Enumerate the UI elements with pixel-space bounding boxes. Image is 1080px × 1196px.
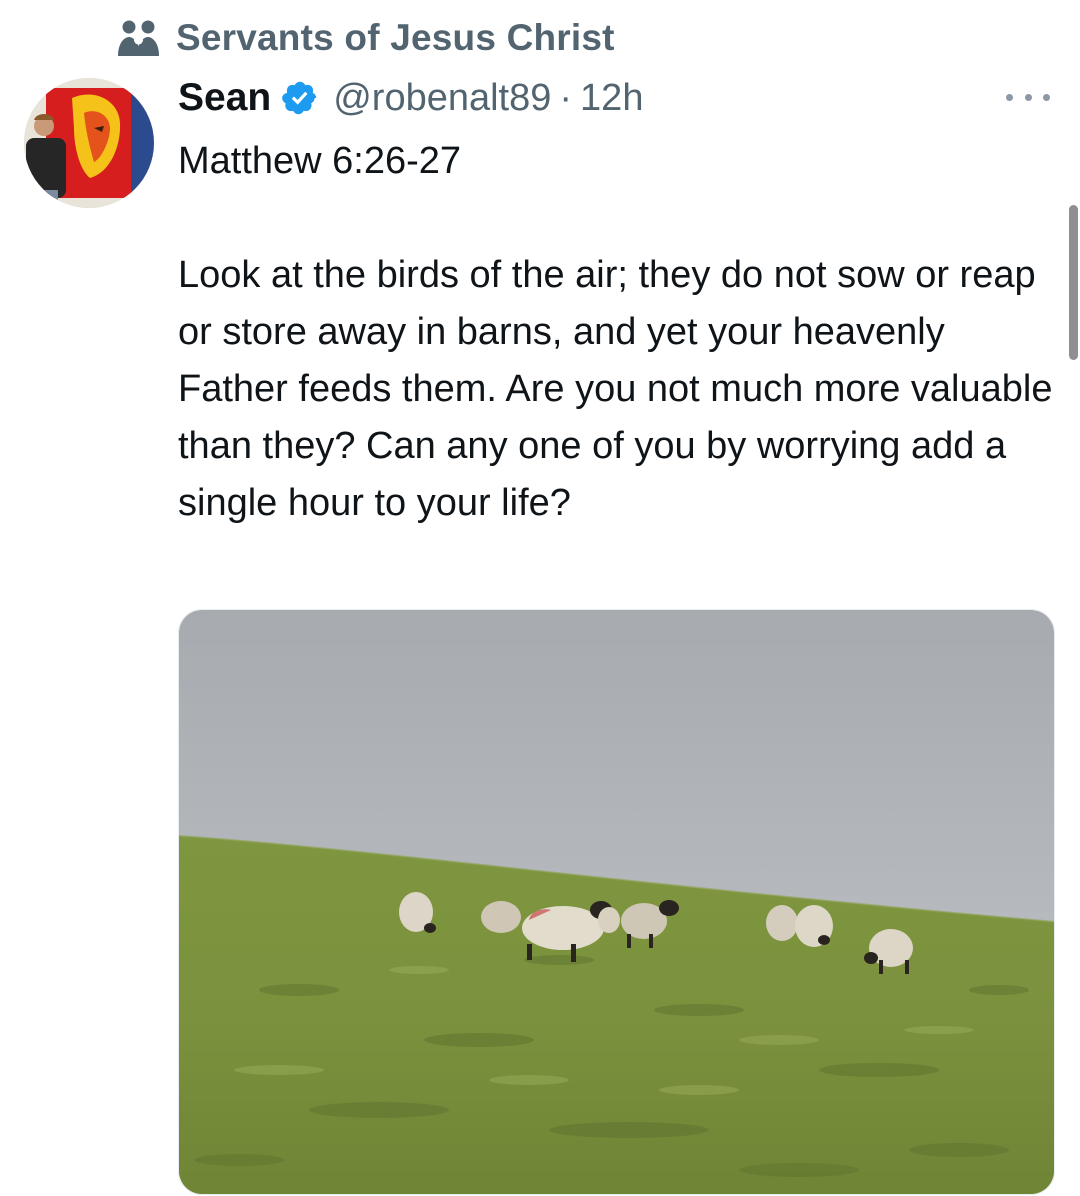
more-dot-icon: [1024, 93, 1032, 101]
tweet-timestamp[interactable]: 12h: [580, 77, 643, 120]
community-icon: [116, 17, 162, 59]
tweet-text: Matthew 6:26-27 Look at the birds of the…: [178, 140, 1053, 524]
avatar[interactable]: [24, 78, 154, 208]
more-options-button[interactable]: [1006, 84, 1050, 110]
author-handle[interactable]: @robenalt89: [333, 77, 551, 120]
tweet-photo[interactable]: [178, 609, 1055, 1195]
more-dot-icon: [1043, 93, 1050, 101]
verified-badge-icon[interactable]: [281, 78, 321, 118]
more-dot-icon: [1006, 93, 1013, 101]
community-name[interactable]: Servants of Jesus Christ: [176, 17, 615, 59]
separator: ·: [559, 76, 573, 119]
scrollbar[interactable]: [1069, 205, 1078, 360]
tweet-header: Sean @robenalt89 · 12h: [178, 70, 643, 126]
author-display-name[interactable]: Sean: [178, 76, 271, 120]
community-context[interactable]: Servants of Jesus Christ: [116, 14, 615, 62]
